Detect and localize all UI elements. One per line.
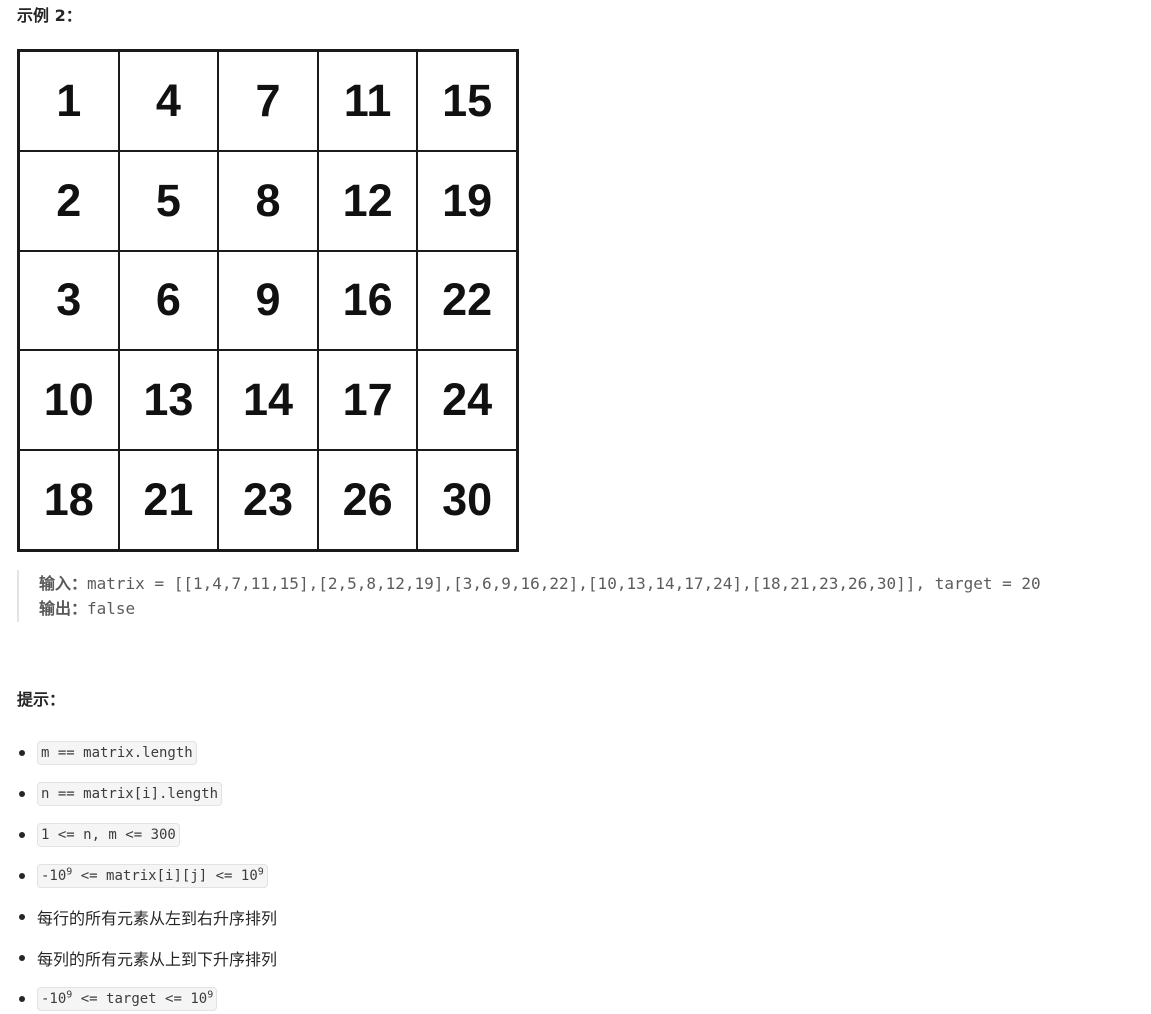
hint-item: n == matrix[i].length <box>17 773 277 814</box>
matrix-cell: 19 <box>417 150 517 251</box>
hint-text: 每行的所有元素从左到右升序排列 <box>37 908 278 928</box>
matrix-cell: 26 <box>317 450 418 550</box>
matrix-cell: 13 <box>118 350 219 451</box>
bullet-icon <box>19 914 25 920</box>
matrix-cell: 16 <box>317 250 418 351</box>
matrix-cell: 11 <box>317 51 418 151</box>
hint-code: n == matrix[i].length <box>37 781 223 806</box>
bullet-icon <box>19 873 25 879</box>
example-title: 示例 2： <box>17 6 82 25</box>
output-value: false <box>87 599 136 618</box>
matrix-cell: 6 <box>118 250 219 351</box>
hint-item: -109 <= matrix[i][j] <= 109 <box>17 855 277 896</box>
matrix-cell: 24 <box>417 350 517 451</box>
bullet-icon <box>19 791 25 797</box>
matrix-cell: 30 <box>417 450 517 550</box>
output-label: 输出： <box>39 599 88 618</box>
matrix-cell: 1 <box>19 51 119 151</box>
matrix-cell: 9 <box>218 250 318 351</box>
matrix-cell: 4 <box>118 51 219 151</box>
matrix-cell: 8 <box>218 150 318 251</box>
bullet-icon <box>19 996 25 1002</box>
hint-item: -109 <= target <= 109 <box>17 978 277 1014</box>
hint-code-middle: <= target <= 10 <box>72 990 208 1007</box>
matrix-cell: 22 <box>417 250 517 351</box>
hint-code: -109 <= matrix[i][j] <= 109 <box>37 863 268 888</box>
matrix-cell: 21 <box>118 450 219 550</box>
hint-code-prefix: -10 <box>41 990 67 1007</box>
hint-code-prefix: -10 <box>41 867 67 884</box>
matrix-cell: 23 <box>218 450 318 550</box>
hints-title: 提示： <box>17 690 66 709</box>
hint-item: 每列的所有元素从上到下升序排列 <box>17 937 277 978</box>
bullet-icon <box>19 955 25 961</box>
hint-code: -109 <= target <= 109 <box>37 986 218 1011</box>
hint-item: 1 <= n, m <= 300 <box>17 814 277 855</box>
matrix-cell: 7 <box>218 51 318 151</box>
matrix-cell: 14 <box>218 350 318 451</box>
matrix-cell: 5 <box>118 150 219 251</box>
matrix-cell: 17 <box>317 350 418 451</box>
matrix-cell: 2 <box>19 150 119 251</box>
hint-text: 每列的所有元素从上到下升序排列 <box>37 949 278 969</box>
hint-code-middle: <= matrix[i][j] <= 10 <box>72 867 258 884</box>
hint-item: 每行的所有元素从左到右升序排列 <box>17 896 277 937</box>
input-label: 输入： <box>39 574 88 593</box>
hint-code: m == matrix.length <box>37 740 197 765</box>
matrix-figure: 1 4 7 11 15 2 5 8 12 19 3 6 9 16 22 10 13 14 17 24 18 21 23 26 3… <box>17 49 519 552</box>
hint-code-exponent: 9 <box>257 865 264 877</box>
matrix-cell: 10 <box>19 350 119 451</box>
input-line: 输入：matrix = [[1,4,7,11,15],[2,5,8,12,19]… <box>39 571 1041 596</box>
hint-code: 1 <= n, m <= 300 <box>37 822 180 847</box>
hint-item: m == matrix.length <box>17 732 277 773</box>
matrix-cell: 18 <box>19 450 119 550</box>
example-io-block: 输入：matrix = [[1,4,7,11,15],[2,5,8,12,19]… <box>17 570 1041 622</box>
hints-list: m == matrix.length n == matrix[i].length… <box>17 732 277 1014</box>
matrix-cell: 15 <box>417 51 517 151</box>
bullet-icon <box>19 750 25 756</box>
input-value: matrix = [[1,4,7,11,15],[2,5,8,12,19],[3… <box>87 574 1041 593</box>
hint-code-exponent: 9 <box>207 988 214 1000</box>
output-line: 输出：false <box>39 596 1041 621</box>
matrix-cell: 12 <box>317 150 418 251</box>
matrix-cell: 3 <box>19 250 119 351</box>
bullet-icon <box>19 832 25 838</box>
